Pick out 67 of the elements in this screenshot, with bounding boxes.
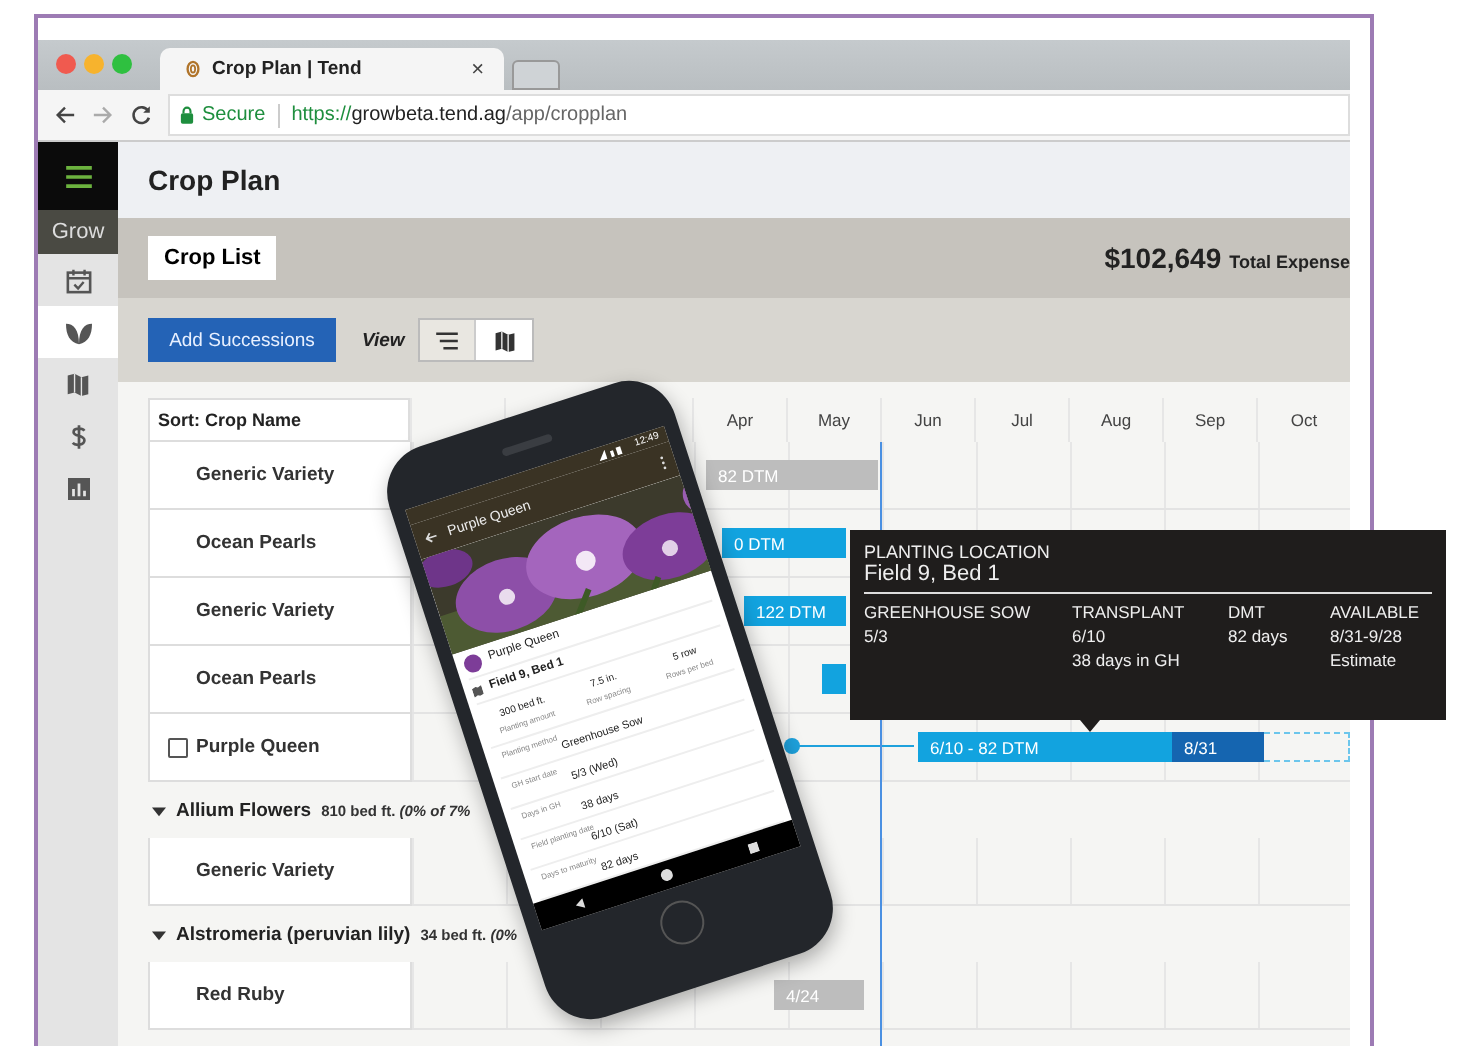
tooltip-value: Estimate xyxy=(1330,648,1399,672)
tooltip-column-heading: AVAILABLE xyxy=(1330,600,1420,624)
checkbox[interactable] xyxy=(168,737,188,757)
calendar-icon xyxy=(65,267,91,293)
group-name: Alstromeria (peruvian lily) xyxy=(176,923,411,945)
month-header: Aug xyxy=(1068,398,1162,442)
map-icon xyxy=(493,329,516,351)
caret-icon[interactable] xyxy=(152,803,166,817)
more-icon[interactable] xyxy=(658,454,668,470)
tooltip-value: 82 days xyxy=(1228,624,1290,648)
caret-icon[interactable] xyxy=(152,927,166,941)
month-header: Sep xyxy=(1162,398,1256,442)
tooltip-column-heading: TRANSPLANT xyxy=(1072,600,1187,624)
leaf-icon xyxy=(63,319,93,345)
availability-window xyxy=(1264,732,1350,762)
month-header: Oct xyxy=(1256,398,1350,442)
sort-header[interactable]: Sort: Crop Name xyxy=(148,398,410,442)
connector-line xyxy=(784,738,914,754)
tooltip-value: 6/10 xyxy=(1072,624,1108,648)
crop-name: Generic Variety xyxy=(196,860,335,882)
address-field[interactable]: Secure https://growbeta.tend.ag/app/cropplan xyxy=(168,94,1350,136)
back-nav-icon[interactable] xyxy=(574,896,587,910)
list-view-button[interactable] xyxy=(420,320,477,360)
home-nav-icon[interactable] xyxy=(659,867,675,883)
tooltip-value: 8/31-9/28 xyxy=(1330,624,1404,648)
section-label: Grow xyxy=(38,210,118,254)
map-icon xyxy=(471,684,484,697)
tooltip-location: Field 9, Bed 1 xyxy=(864,562,1432,594)
list-icon xyxy=(436,331,459,349)
map-view-button[interactable] xyxy=(476,320,533,360)
dollar-icon xyxy=(69,423,87,449)
leaf-nav-item[interactable] xyxy=(38,306,118,358)
back-icon[interactable] xyxy=(54,104,76,126)
month-header: Jul xyxy=(974,398,1068,442)
map-icon xyxy=(66,372,90,396)
close-tab-button[interactable]: × xyxy=(471,57,484,81)
tooltip-column-heading: GREENHOUSE SOW xyxy=(864,600,1033,624)
page-title: Crop Plan xyxy=(148,164,281,196)
menu-icon xyxy=(65,165,91,187)
flower-avatar xyxy=(461,651,485,674)
total-label: Total Expense xyxy=(1229,249,1350,271)
crop-name: Generic Variety xyxy=(196,464,335,486)
crop-name: Ocean Pearls xyxy=(196,668,317,690)
browser-tab[interactable]: Crop Plan | Tend × xyxy=(160,48,504,90)
crop-name: Purple Queen xyxy=(196,736,320,758)
crop-name: Red Ruby xyxy=(196,984,285,1006)
tooltip-value: 38 days in GH xyxy=(1072,648,1182,672)
month-header: Apr xyxy=(692,398,786,442)
reload-icon[interactable] xyxy=(130,104,152,126)
bar-chart-icon xyxy=(67,477,89,499)
month-header: Jun xyxy=(880,398,974,442)
recents-nav-icon[interactable] xyxy=(747,840,760,854)
add-successions-button[interactable]: Add Successions xyxy=(148,318,336,362)
fingerprint-icon xyxy=(184,60,202,78)
crop-list-button[interactable]: Crop List xyxy=(148,236,277,280)
total-amount: $102,649 xyxy=(1104,242,1222,274)
harvest-bar[interactable]: 8/31 xyxy=(1172,732,1264,762)
tooltip-value: 5/3 xyxy=(864,624,890,648)
tooltip-column-heading: DMT xyxy=(1228,600,1267,624)
view-label: View xyxy=(362,329,405,351)
month-header: May xyxy=(786,398,880,442)
tooltip-heading: PLANTING LOCATION xyxy=(864,542,1052,562)
lock-icon xyxy=(180,106,194,124)
menu-button[interactable] xyxy=(38,142,118,210)
crop-name: Ocean Pearls xyxy=(196,532,317,554)
crop-name: Generic Variety xyxy=(196,600,335,622)
group-name: Allium Flowers xyxy=(176,799,312,821)
